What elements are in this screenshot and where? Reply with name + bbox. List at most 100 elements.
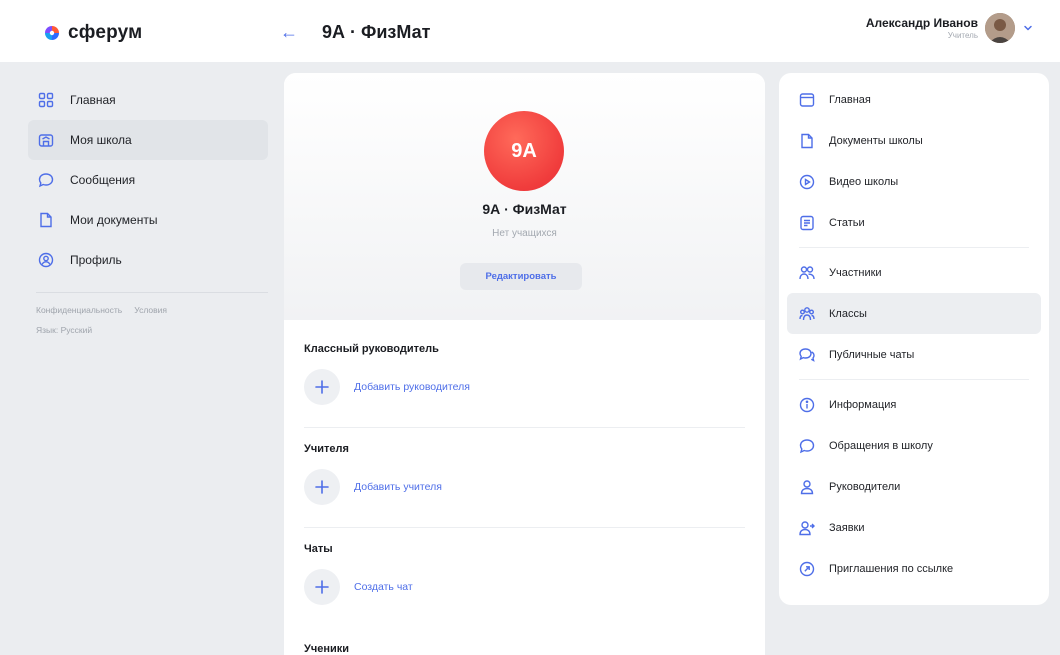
school-nav-documents[interactable]: Документы школы (787, 120, 1041, 161)
sidebar-item-label: Главная (70, 93, 116, 107)
user-role: Учитель (947, 31, 978, 40)
class-avatar-badge: 9А (484, 111, 564, 191)
sidebar-item-label: Моя школа (70, 133, 132, 147)
add-label: Добавить учителя (354, 481, 442, 493)
school-nav-label: Информация (829, 398, 897, 411)
grid-icon (38, 92, 54, 108)
terms-link[interactable]: Условия (134, 305, 167, 315)
chat-bubble-icon (799, 438, 815, 453)
school-nav-label: Классы (829, 307, 867, 320)
class-name: 9А · ФизМат (482, 201, 567, 217)
school-nav-label: Приглашения по ссылке (829, 562, 954, 575)
edit-button[interactable]: Редактировать (460, 263, 582, 290)
sidebar-item-home[interactable]: Главная (28, 80, 268, 120)
school-nav-label: Заявки (829, 521, 865, 534)
section-teachers: Учителя Добавить учителя (304, 443, 745, 505)
section-title: Учителя (304, 443, 349, 455)
school-nav-panel: Главная Документы школы Видео школы Стат… (779, 73, 1049, 605)
school-nav-label: Обращения в школу (829, 439, 933, 452)
brand-name: сферум (68, 22, 143, 43)
sidebar-item-my-documents[interactable]: Мои документы (28, 200, 268, 240)
sferum-logo-icon (45, 26, 59, 40)
section-divider (304, 427, 745, 428)
plus-icon (315, 580, 329, 594)
profile-icon (38, 252, 54, 268)
person-add-icon (799, 520, 815, 535)
school-nav-link-invitations[interactable]: Приглашения по ссылке (787, 548, 1041, 589)
logo[interactable]: сферум (44, 22, 142, 44)
document-icon (801, 133, 813, 148)
avatar-image (985, 13, 1015, 43)
school-nav-video[interactable]: Видео школы (787, 161, 1041, 202)
school-nav-label: Публичные чаты (829, 348, 915, 361)
class-header: 9А 9А · ФизМат Нет учащихся Редактироват… (284, 73, 765, 320)
chevron-down-icon[interactable] (1022, 22, 1034, 34)
sidebar-item-profile[interactable]: Профиль (28, 240, 268, 280)
left-sidebar: Главная Моя школа Сообщения Мои документ… (28, 80, 268, 335)
school-nav-members[interactable]: Участники (787, 252, 1041, 293)
sidebar-item-label: Мои документы (70, 213, 158, 227)
back-arrow-button[interactable]: ← (280, 22, 298, 42)
document-icon (40, 212, 52, 228)
user-menu[interactable]: Александр Иванов Учитель (866, 13, 1034, 43)
people-icon (799, 265, 815, 279)
school-nav-label: Статьи (829, 216, 865, 229)
footer-links: Конфиденциальность Условия (28, 305, 268, 315)
sidebar-divider (36, 292, 268, 293)
article-icon (800, 215, 814, 230)
school-nav-label: Документы школы (829, 134, 923, 147)
section-divider (304, 527, 745, 528)
play-circle-icon (799, 174, 815, 189)
school-nav-public-chats[interactable]: Публичные чаты (787, 334, 1041, 375)
chats-icon (799, 347, 815, 362)
create-chat-button[interactable]: Создать чат (304, 569, 745, 605)
plus-icon (315, 380, 329, 394)
language-selector[interactable]: Язык: Русский (28, 325, 268, 335)
school-nav-articles[interactable]: Статьи (787, 202, 1041, 243)
school-nav-requests-to-school[interactable]: Обращения в школу (787, 425, 1041, 466)
sidebar-item-my-school[interactable]: Моя школа (28, 120, 268, 160)
plus-circle (304, 469, 340, 505)
class-card: 9А 9А · ФизМат Нет учащихся Редактироват… (284, 73, 765, 655)
group-icon (799, 306, 815, 320)
link-arrow-icon (799, 561, 815, 576)
sidebar-item-messages[interactable]: Сообщения (28, 160, 268, 200)
class-subtitle: Нет учащихся (492, 228, 557, 239)
user-name: Александр Иванов (865, 16, 978, 30)
section-class-teacher: Классный руководитель Добавить руководит… (304, 343, 745, 405)
plus-icon (315, 480, 329, 494)
info-icon (799, 397, 815, 412)
privacy-link[interactable]: Конфиденциальность (36, 305, 122, 315)
avatar[interactable] (985, 13, 1015, 43)
plus-circle (304, 569, 340, 605)
panel-divider (799, 247, 1029, 248)
school-nav-label: Главная (829, 93, 871, 106)
school-nav-classes[interactable]: Классы (787, 293, 1041, 334)
school-icon (38, 134, 54, 147)
section-title: Классный руководитель (304, 343, 439, 355)
school-nav-home[interactable]: Главная (787, 79, 1041, 120)
panel-divider (799, 379, 1029, 380)
school-nav-applications[interactable]: Заявки (787, 507, 1041, 548)
school-nav-label: Участники (829, 266, 882, 279)
page-title: 9А · ФизМат (322, 22, 431, 42)
plus-circle (304, 369, 340, 405)
chat-bubble-icon (38, 173, 54, 188)
add-label: Создать чат (354, 581, 413, 593)
section-chats: Чаты Создать чат (304, 543, 745, 605)
school-nav-label: Видео школы (829, 175, 899, 188)
sidebar-item-label: Профиль (70, 253, 122, 267)
add-teacher-button[interactable]: Добавить учителя (304, 469, 745, 505)
section-title: Чаты (304, 543, 333, 555)
school-nav-info[interactable]: Информация (787, 384, 1041, 425)
add-class-teacher-button[interactable]: Добавить руководителя (304, 369, 745, 405)
sidebar-item-label: Сообщения (70, 173, 136, 187)
school-nav-managers[interactable]: Руководители (787, 466, 1041, 507)
section-students: Ученики (304, 643, 745, 655)
add-label: Добавить руководителя (354, 381, 470, 393)
user-info: Александр Иванов Учитель (866, 16, 978, 40)
person-icon (800, 479, 814, 494)
school-nav-label: Руководители (829, 480, 901, 493)
section-title: Ученики (304, 643, 350, 655)
top-bar: сферум ← 9А · ФизМат Александр Иванов Уч… (0, 0, 1060, 62)
